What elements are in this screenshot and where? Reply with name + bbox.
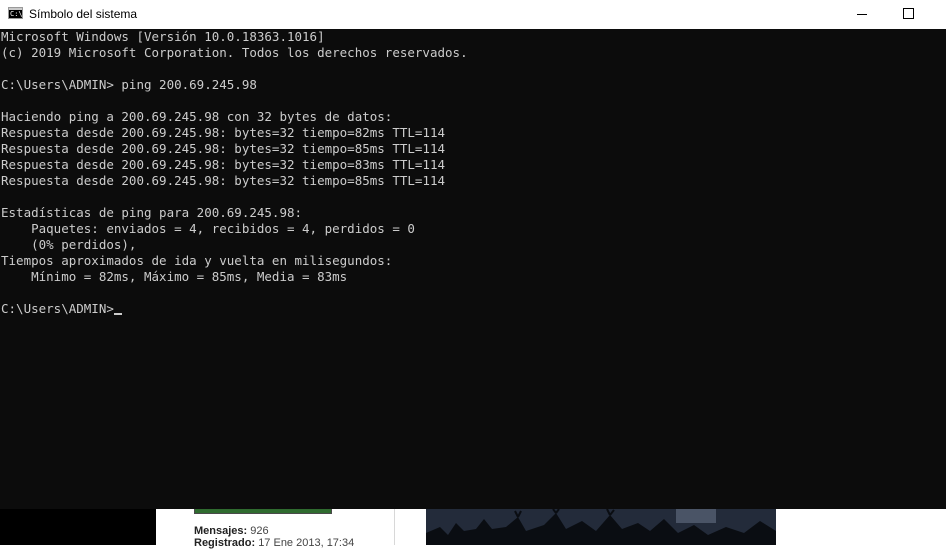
console-output[interactable]: Microsoft Windows [Versión 10.0.18363.10… [0,29,946,509]
console-line: Estadísticas de ping para 200.69.245.98: [1,205,303,220]
background-left-panel [0,509,156,545]
command-prompt-window: C:\ Símbolo del sistema Microsoft Window… [0,0,946,509]
console-line: Respuesta desde 200.69.245.98: bytes=32 … [1,141,446,156]
console-line: Respuesta desde 200.69.245.98: bytes=32 … [1,157,446,172]
background-page: Mensajes: 926 Registrado: 17 Ene 2013, 1… [0,509,946,549]
console-line: (c) 2019 Microsoft Corporation. Todos lo… [1,45,468,60]
console-line: Paquetes: enviados = 4, recibidos = 4, p… [1,221,415,236]
console-line: Mínimo = 82ms, Máximo = 85ms, Media = 83… [1,269,348,284]
console-line: C:\Users\ADMIN> ping 200.69.245.98 [1,77,257,92]
console-line: (0% perdidos), [1,237,137,252]
minimize-icon [857,14,867,15]
prompt-text: C:\Users\ADMIN> [1,301,114,316]
registered-label: Registrado: [194,537,256,549]
cmd-icon: C:\ [8,7,23,19]
post-registered-row: Registrado: 17 Ene 2013, 17:34 [194,537,354,549]
maximize-button[interactable] [884,0,930,29]
console-line: Respuesta desde 200.69.245.98: bytes=32 … [1,125,446,140]
console-line: Respuesta desde 200.69.245.98: bytes=32 … [1,173,446,188]
crowd-silhouette-image [426,509,776,545]
forum-post-info: Mensajes: 926 Registrado: 17 Ene 2013, 1… [156,509,395,549]
messages-value: 926 [250,525,269,537]
console-line: Microsoft Windows [Versión 10.0.18363.10… [1,29,325,44]
title-bar[interactable]: C:\ Símbolo del sistema [0,0,946,29]
maximize-icon [903,8,914,19]
window-title: Símbolo del sistema [29,7,138,21]
minimize-button[interactable] [838,0,884,29]
registered-value: 17 Ene 2013, 17:34 [258,537,355,549]
console-line: Haciendo ping a 200.69.245.98 con 32 byt… [1,109,393,124]
post-messages-row: Mensajes: 926 [194,525,269,537]
prompt-line[interactable]: C:\Users\ADMIN> [1,301,946,317]
concert-photo [426,509,776,545]
messages-label: Mensajes: [194,525,248,537]
signature-banner [194,509,332,514]
console-line: Tiempos aproximados de ida y vuelta en m… [1,253,393,268]
text-cursor [113,313,122,315]
